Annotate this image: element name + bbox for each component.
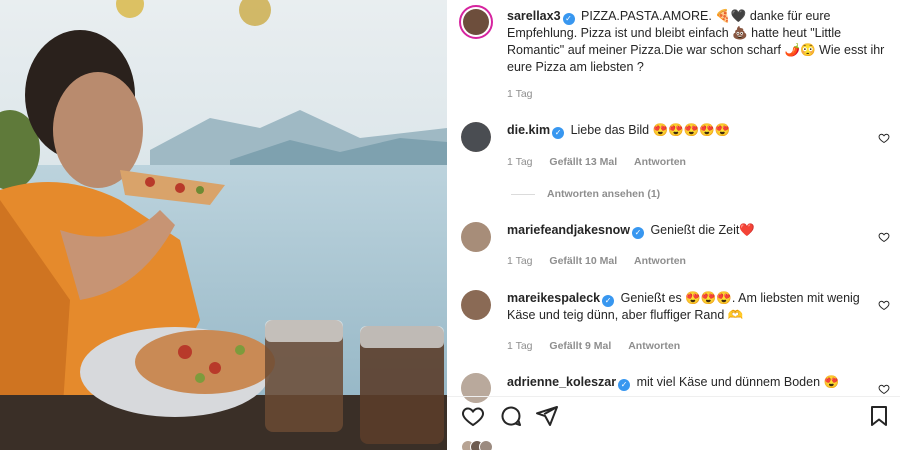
comment-username[interactable]: adrienne_koleszar: [507, 375, 616, 389]
comment-meta: 1 Tag Gefällt 10 Mal Antworten: [507, 255, 700, 267]
view-replies-button[interactable]: Antworten ansehen (1): [511, 188, 660, 200]
comment-icon: [501, 406, 521, 426]
comments-panel: sarellax3 ✓ PIZZA.PASTA.AMORE. 🍕🖤 danke f…: [447, 0, 900, 450]
view-replies-label: Antworten ansehen (1): [547, 188, 661, 200]
commenter-avatar[interactable]: [461, 122, 491, 152]
comment-like-button[interactable]: [878, 131, 890, 144]
verified-icon: ✓: [602, 295, 615, 307]
comment-item: adrienne_koleszar ✓ mit viel Käse und dün…: [507, 374, 867, 391]
heart-icon: [462, 407, 484, 427]
reply-button[interactable]: Antworten: [628, 340, 680, 352]
verified-icon: ✓: [631, 227, 644, 239]
post-image[interactable]: [0, 0, 447, 450]
verified-icon: ✓: [552, 127, 565, 139]
comment-like-button[interactable]: [878, 382, 890, 395]
heart-icon: [878, 300, 890, 311]
reply-button[interactable]: Antworten: [634, 156, 686, 168]
caption-meta: 1 Tag: [507, 88, 547, 100]
comment-time[interactable]: 1 Tag: [507, 255, 533, 267]
commenter-avatar[interactable]: [461, 222, 491, 252]
heart-icon: [878, 384, 890, 395]
share-icon: [536, 406, 558, 426]
heart-icon: [878, 232, 890, 243]
comment-likes[interactable]: Gefällt 10 Mal: [549, 255, 617, 267]
liker-avatar: [479, 440, 493, 450]
comment-username[interactable]: mareikespaleck: [507, 291, 600, 305]
verified-icon: ✓: [562, 13, 575, 25]
comment-text: Liebe das Bild 😍😍😍😍😍: [570, 123, 731, 137]
comment-text: Genießt die Zeit❤️: [650, 223, 755, 237]
bookmark-icon: [871, 406, 887, 426]
comment-button[interactable]: [499, 404, 523, 428]
comment-time[interactable]: 1 Tag: [507, 156, 533, 168]
post-caption: sarellax3 ✓ PIZZA.PASTA.AMORE. 🍕🖤 danke f…: [507, 8, 887, 76]
comment-item: mariefeandjakesnow ✓ Genießt die Zeit❤️: [507, 222, 867, 239]
heart-icon: [878, 133, 890, 144]
comment-likes[interactable]: Gefällt 13 Mal: [549, 156, 617, 168]
post-photo: [0, 0, 447, 450]
save-button[interactable]: [867, 404, 891, 428]
comment-username[interactable]: mariefeandjakesnow: [507, 223, 630, 237]
action-divider: [447, 396, 900, 397]
comment-like-button[interactable]: [878, 298, 890, 311]
comment-time[interactable]: 1 Tag: [507, 340, 533, 352]
commenter-avatar[interactable]: [461, 290, 491, 320]
liked-by-avatars[interactable]: [461, 440, 493, 450]
commenter-avatar[interactable]: [461, 373, 491, 403]
comment-text: mit viel Käse und dünnem Boden 😍: [636, 375, 840, 389]
comment-likes[interactable]: Gefällt 9 Mal: [549, 340, 611, 352]
verified-icon: ✓: [618, 379, 631, 391]
author-avatar[interactable]: [459, 5, 493, 39]
like-button[interactable]: [461, 404, 485, 428]
comment-meta: 1 Tag Gefällt 13 Mal Antworten: [507, 156, 700, 168]
share-button[interactable]: [535, 404, 559, 428]
caption-time[interactable]: 1 Tag: [507, 88, 533, 100]
comment-username[interactable]: die.kim: [507, 123, 550, 137]
replies-divider: [511, 193, 535, 195]
author-username[interactable]: sarellax3: [507, 9, 561, 23]
comment-item: die.kim ✓ Liebe das Bild 😍😍😍😍😍: [507, 122, 867, 139]
comment-item: mareikespaleck ✓ Genießt es 😍😍😍. Am liebs…: [507, 290, 867, 324]
comment-like-button[interactable]: [878, 230, 890, 243]
reply-button[interactable]: Antworten: [634, 255, 686, 267]
comment-meta: 1 Tag Gefällt 9 Mal Antworten: [507, 340, 694, 352]
action-bar: [461, 404, 891, 430]
